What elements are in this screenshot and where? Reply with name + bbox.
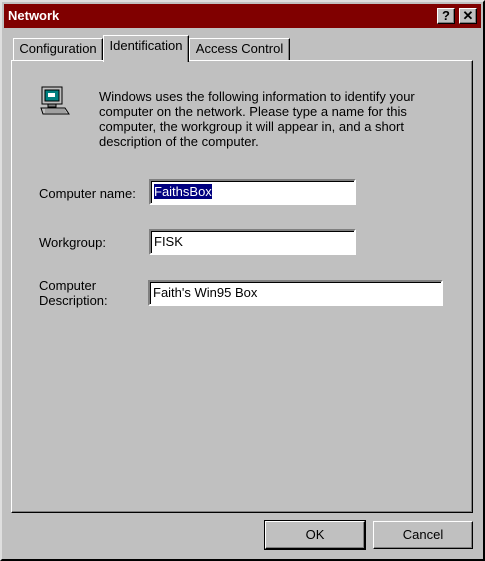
- help-button[interactable]: ?: [437, 8, 455, 24]
- close-button[interactable]: ✕: [459, 8, 477, 24]
- tab-access-control[interactable]: Access Control: [189, 38, 290, 60]
- tab-configuration[interactable]: Configuration: [13, 38, 103, 60]
- computer-name-label: Computer name:: [39, 186, 136, 201]
- computer-name-field[interactable]: FaithsBox: [149, 179, 356, 205]
- computer-name-value: FaithsBox: [154, 184, 212, 199]
- title-bar[interactable]: Network ? ✕: [4, 4, 481, 28]
- computer-icon: [40, 86, 70, 115]
- workgroup-field[interactable]: FISK: [149, 229, 356, 255]
- tab-identification[interactable]: Identification: [103, 35, 189, 62]
- description-field[interactable]: Faith's Win95 Box: [148, 280, 443, 306]
- description-label-line2: Description:: [39, 293, 108, 308]
- window-title: Network: [8, 8, 60, 23]
- cancel-button[interactable]: Cancel: [373, 521, 473, 549]
- info-text: Windows uses the following information t…: [99, 89, 415, 149]
- description-label-line1: Computer: [39, 278, 97, 293]
- workgroup-label: Workgroup:: [39, 235, 106, 250]
- ok-button[interactable]: OK: [264, 520, 366, 550]
